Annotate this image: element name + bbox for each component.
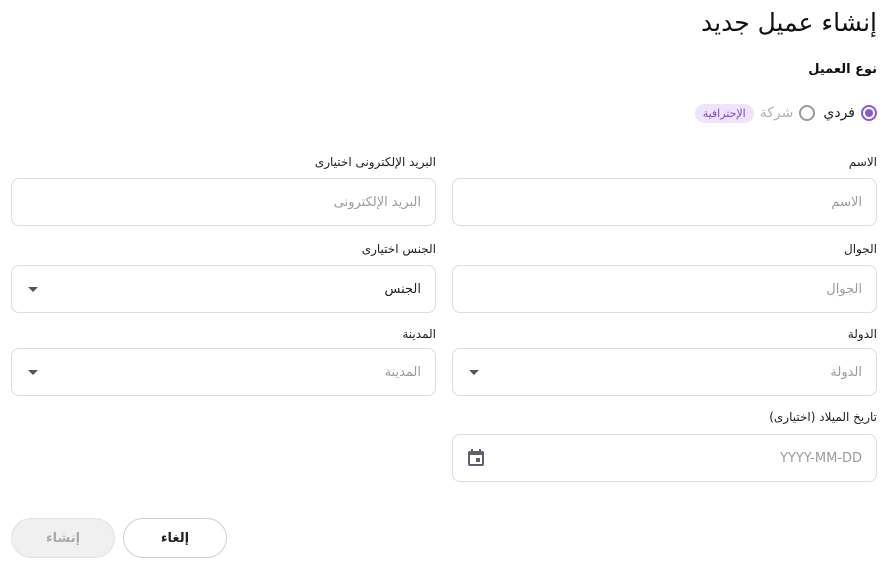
country-placeholder: الدولة <box>830 364 862 380</box>
birth-date-placeholder: YYYY-MM-DD <box>779 450 862 466</box>
city-label: المدينة <box>402 327 436 341</box>
mobile-label: الجوال <box>844 242 877 256</box>
city-placeholder: المدينة <box>384 364 421 380</box>
caret-down-icon <box>28 369 38 375</box>
client-type-label: نوع العميل <box>808 62 877 77</box>
radio-individual-label: فردي <box>823 105 855 121</box>
mobile-placeholder: الجوال <box>826 281 862 297</box>
caret-down-icon <box>469 369 479 375</box>
page-title: إنشاء عميل جديد <box>701 8 877 37</box>
radio-individual[interactable] <box>861 105 877 121</box>
country-label: الدولة <box>847 327 877 341</box>
calendar-icon[interactable] <box>465 447 487 469</box>
radio-company-label: شركة <box>759 105 794 121</box>
client-type-radio-group: فردي شركة الإحترافية <box>694 100 877 126</box>
cancel-button[interactable]: إلغاء <box>123 518 227 558</box>
email-field[interactable]: البريد الإلكترونى <box>11 178 436 226</box>
gender-select[interactable]: الجنس <box>11 265 436 313</box>
city-select[interactable]: المدينة <box>11 348 436 396</box>
country-select[interactable]: الدولة <box>452 348 877 396</box>
birth-date-label: تاريخ الميلاد (اختيارى) <box>769 410 877 424</box>
name-placeholder: الاسم <box>831 194 862 210</box>
name-label: الاسم <box>848 155 877 169</box>
name-field[interactable]: الاسم <box>452 178 877 226</box>
birth-date-field[interactable]: YYYY-MM-DD <box>452 434 877 482</box>
pro-badge: الإحترافية <box>694 103 754 123</box>
email-label: البريد الإلكترونى اختيارى <box>314 155 436 169</box>
caret-down-icon <box>28 286 38 292</box>
gender-value: الجنس <box>384 281 421 297</box>
radio-option-company[interactable]: شركة الإحترافية <box>694 103 816 123</box>
radio-company[interactable] <box>799 105 816 121</box>
radio-option-individual[interactable]: فردي <box>823 105 877 121</box>
email-placeholder: البريد الإلكترونى <box>333 194 421 210</box>
gender-label: الجنس اختيارى <box>361 242 436 256</box>
mobile-field[interactable]: الجوال <box>452 265 877 313</box>
create-button[interactable]: إنشاء <box>11 518 115 558</box>
